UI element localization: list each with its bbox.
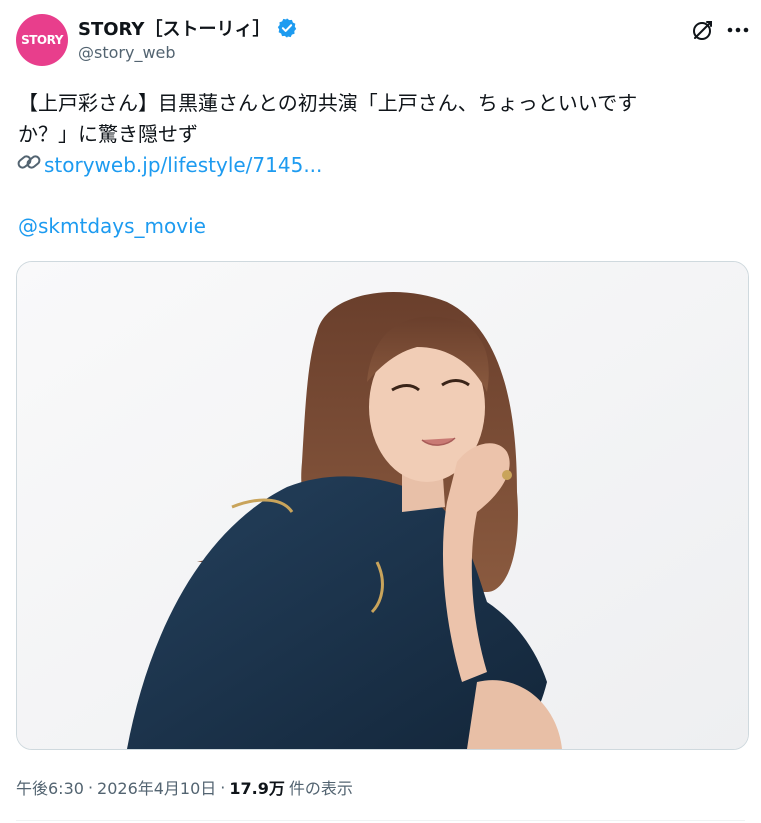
avatar[interactable]: STORY xyxy=(16,14,68,66)
avatar-logo-text: STORY xyxy=(21,33,63,47)
photo-woman-portrait xyxy=(17,262,748,749)
divider xyxy=(16,820,745,821)
tweet-time[interactable]: 午後6:30 xyxy=(16,775,84,799)
tweet-text-line2: か？」に驚き隠せず xyxy=(18,122,198,146)
views-count: 17.9万 xyxy=(229,779,285,798)
tweet-photo[interactable] xyxy=(16,261,749,750)
tweet-text-line1: 【上戸彩さん】目黒蓮さんとの初共演「上戸さん、ちょっといいです xyxy=(18,91,638,115)
tweet-text: 【上戸彩さん】目黒蓮さんとの初共演「上戸さん、ちょっといいです か？」に驚き隠せ… xyxy=(18,88,718,150)
verified-badge-icon xyxy=(276,17,298,39)
link-row: storyweb.jp/lifestyle/7145... xyxy=(16,151,322,178)
article-link[interactable]: storyweb.jp/lifestyle/7145... xyxy=(44,153,322,177)
tweet-date[interactable]: 2026年4月10日 xyxy=(97,775,216,799)
mention-link[interactable]: @skmtdays_movie xyxy=(18,214,206,238)
meta-separator: · xyxy=(220,777,226,797)
display-name[interactable]: STORY［ストーリィ］ xyxy=(78,15,270,41)
link-chain-icon xyxy=(16,151,42,178)
author-name-row: STORY［ストーリィ］ xyxy=(78,15,298,41)
more-dots-icon[interactable] xyxy=(724,17,752,43)
tweet-meta: 午後6:30 · 2026年4月10日 · 17.9万 件の表示 xyxy=(16,775,353,799)
author-handle[interactable]: @story_web xyxy=(78,43,176,62)
meta-separator: · xyxy=(87,777,94,797)
views-label: 件の表示 xyxy=(288,779,353,798)
grok-icon[interactable] xyxy=(690,17,716,43)
